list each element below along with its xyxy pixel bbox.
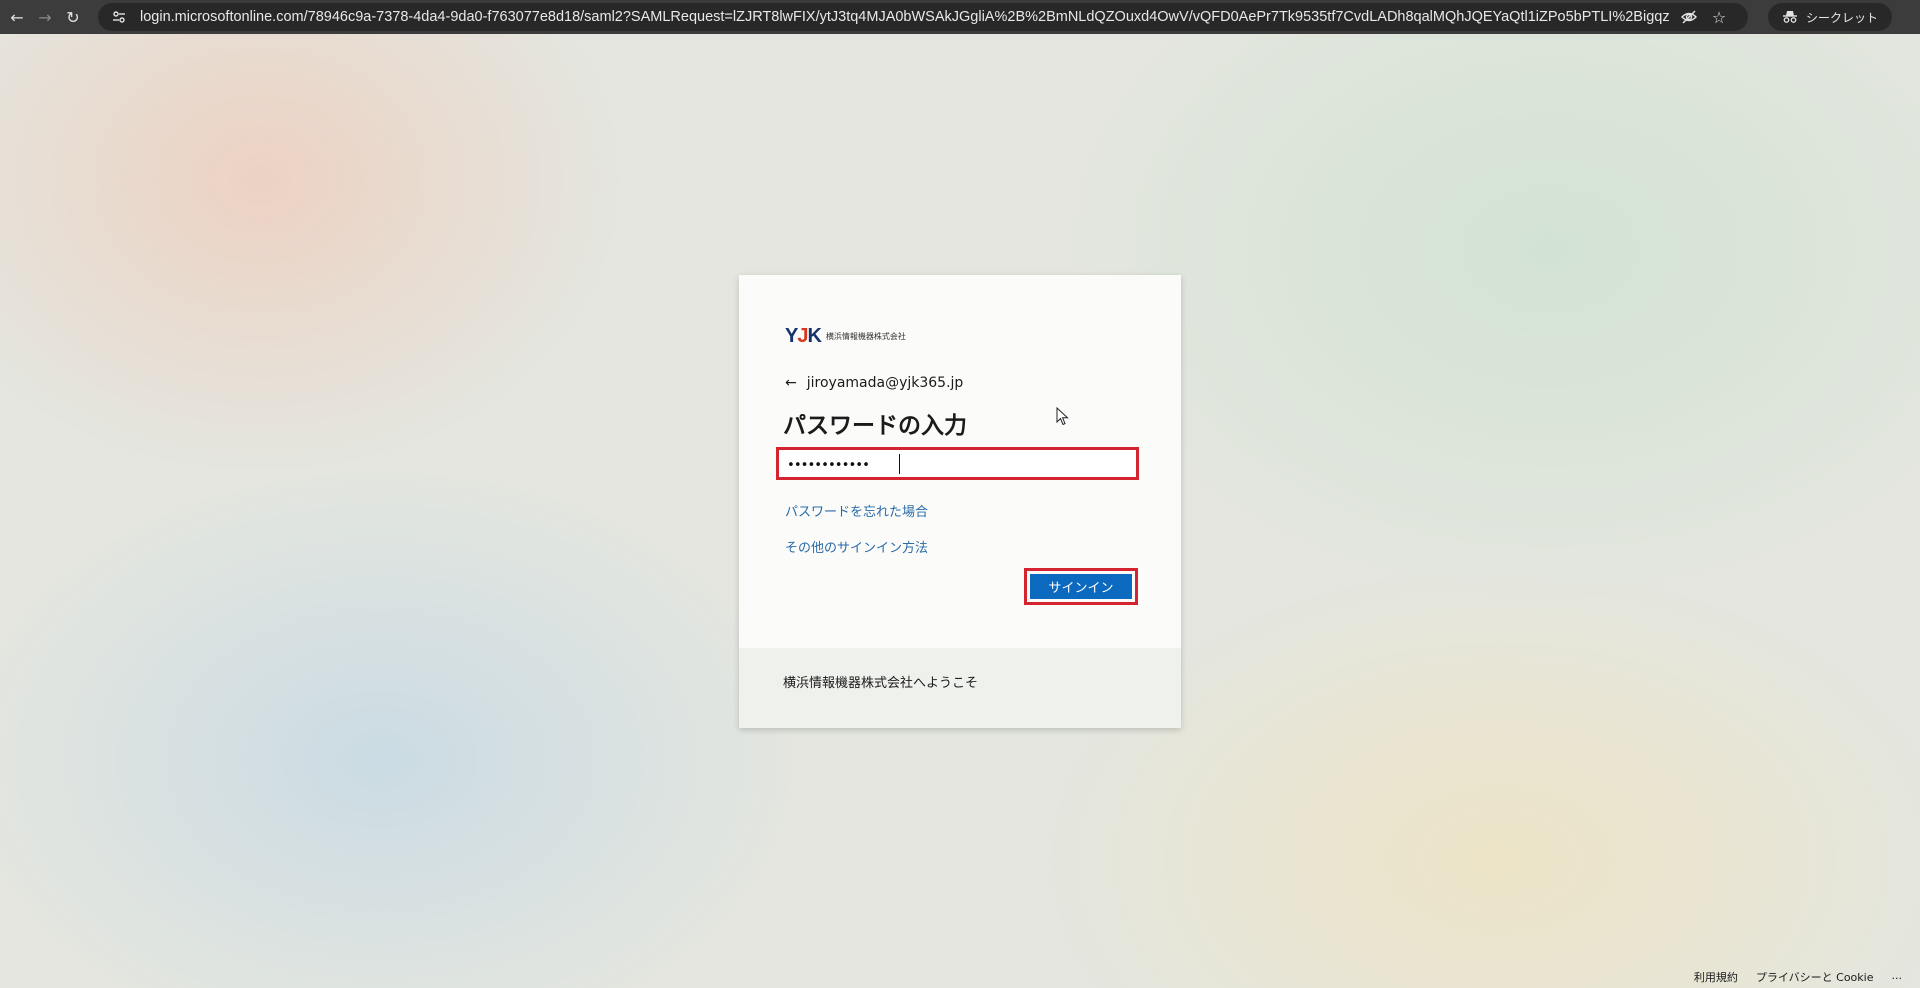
- text-caret: [899, 454, 900, 474]
- signin-card-footer: 横浜情報機器株式会社へようこそ: [739, 648, 1181, 728]
- other-signin-options-link[interactable]: その他のサインイン方法: [785, 537, 928, 556]
- reload-icon[interactable]: ↻: [62, 6, 84, 28]
- address-bar[interactable]: login.microsoftonline.com/78946c9a-7378-…: [98, 3, 1748, 31]
- incognito-profile-button[interactable]: シークレット: [1768, 3, 1893, 31]
- signin-card: YJK 横浜情報機器株式会社 ← jiroyamada@yjk365.jp パス…: [739, 275, 1181, 728]
- identity-banner[interactable]: ← jiroyamada@yjk365.jp: [785, 375, 963, 391]
- password-field-highlight: [776, 447, 1139, 480]
- terms-link[interactable]: 利用規約: [1694, 969, 1738, 985]
- back-arrow-icon[interactable]: ←: [785, 375, 797, 391]
- back-arrow-icon[interactable]: ←: [6, 6, 28, 28]
- site-info-icon[interactable]: [108, 6, 130, 28]
- bookmark-star-icon[interactable]: ☆: [1708, 6, 1730, 28]
- eye-off-icon[interactable]: [1678, 6, 1700, 28]
- signin-button[interactable]: サインイン: [1030, 574, 1132, 599]
- incognito-icon: [1783, 11, 1797, 23]
- logo-text: 横浜情報機器株式会社: [825, 332, 906, 341]
- profile-label: シークレット: [1806, 10, 1879, 25]
- mouse-cursor-icon: [1056, 407, 1069, 426]
- identity-email: jiroyamada@yjk365.jp: [806, 375, 964, 391]
- password-input[interactable]: [785, 453, 1129, 477]
- logo-mark: YJK: [785, 325, 822, 347]
- welcome-text: 横浜情報機器株式会社へようこそ: [783, 676, 979, 691]
- signin-card-body: YJK 横浜情報機器株式会社 ← jiroyamada@yjk365.jp パス…: [739, 275, 1181, 648]
- url-text[interactable]: login.microsoftonline.com/78946c9a-7378-…: [140, 9, 1670, 25]
- page-footer: 利用規約 プライバシーと Cookie ...: [1694, 969, 1902, 985]
- company-logo: YJK 横浜情報機器株式会社: [785, 325, 906, 348]
- forward-arrow-icon[interactable]: →: [34, 6, 56, 28]
- more-options-icon[interactable]: ...: [1892, 969, 1903, 985]
- privacy-cookie-link[interactable]: プライバシーと Cookie: [1756, 969, 1874, 985]
- forgot-password-link[interactable]: パスワードを忘れた場合: [785, 501, 928, 520]
- page-title: パスワードの入力: [783, 413, 967, 439]
- browser-toolbar: ← → ↻ login.microsoftonline.com/78946c9a…: [0, 0, 1920, 34]
- signin-button-highlight: サインイン: [1024, 568, 1138, 605]
